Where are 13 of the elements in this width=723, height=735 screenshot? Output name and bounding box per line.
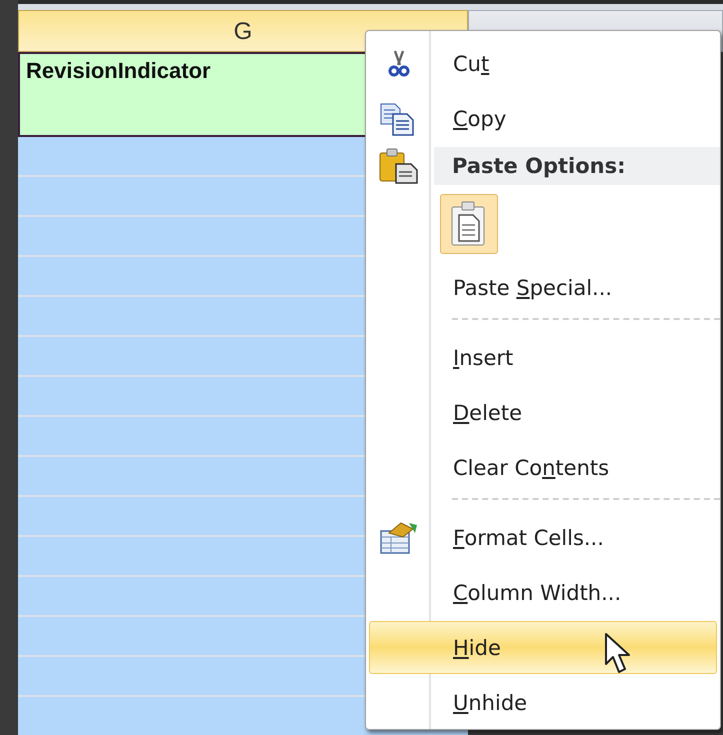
menu-item[interactable]: Insert — [369, 331, 717, 384]
menu-item[interactable]: Unhide — [369, 676, 717, 729]
menu-item[interactable]: Format Cells... — [369, 511, 717, 564]
table-icon — [378, 520, 418, 554]
scissors-icon — [386, 48, 410, 78]
menu-item[interactable]: Column Width... — [369, 566, 717, 619]
menu-item[interactable]: Paste Special... — [369, 261, 717, 314]
paste-button[interactable] — [440, 194, 498, 254]
menu-heading: Paste Options: — [434, 146, 720, 184]
menu-item[interactable]: Clear Contents — [369, 441, 717, 494]
menu-item[interactable]: Hide — [369, 621, 717, 674]
clipboard-icon — [378, 148, 420, 184]
menu-item[interactable]: Delete — [369, 386, 717, 439]
